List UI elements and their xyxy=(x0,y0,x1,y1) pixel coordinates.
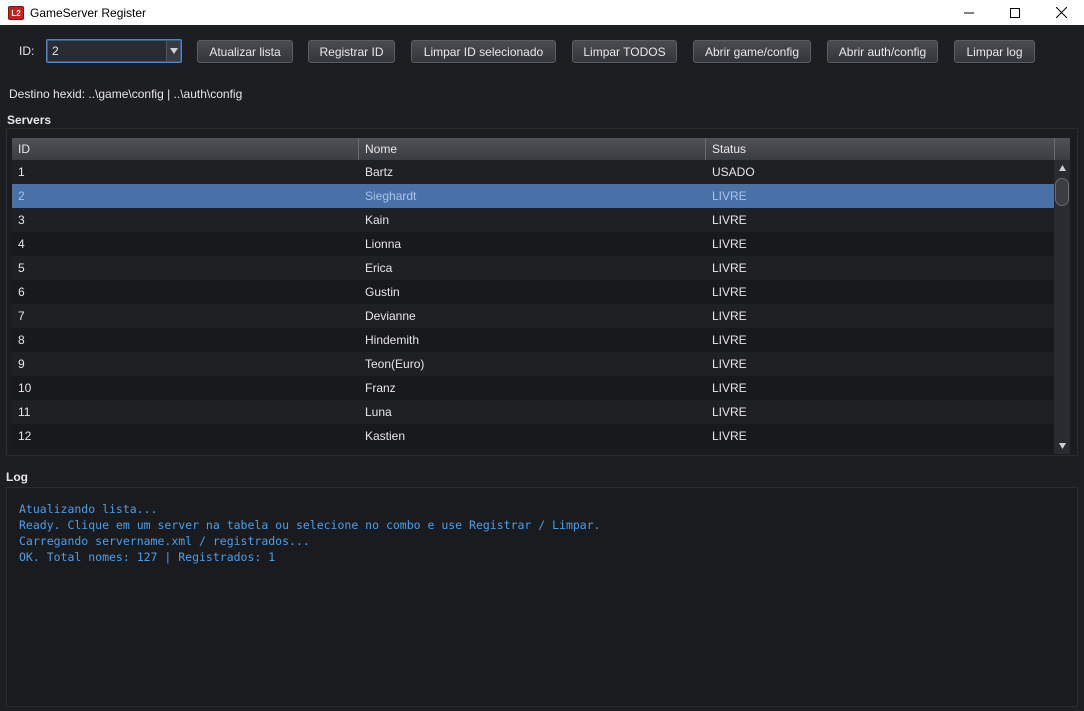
maximize-icon xyxy=(1010,7,1020,18)
clear-all-button[interactable]: Limpar TODOS xyxy=(572,40,677,63)
arrow-down-icon xyxy=(1058,443,1066,449)
open-auth-config-button[interactable]: Abrir auth/config xyxy=(827,40,938,63)
cell-name: Devianne xyxy=(365,309,416,323)
arrow-up-icon xyxy=(1058,165,1066,171)
cell-status: USADO xyxy=(712,165,755,179)
cell-name: Bartz xyxy=(365,165,394,179)
table-row[interactable]: 4 Lionna LIVRE xyxy=(12,232,1054,256)
cell-name: Sieghardt xyxy=(365,189,417,203)
cell-name: Hindemith xyxy=(365,333,420,347)
cell-status: LIVRE xyxy=(712,405,747,419)
cell-status: LIVRE xyxy=(712,189,747,203)
close-icon xyxy=(1055,7,1067,18)
cell-id: 9 xyxy=(18,357,25,371)
cell-id: 5 xyxy=(18,261,25,275)
log-section-title: Log xyxy=(6,470,28,484)
destination-path-text: Destino hexid: ..\game\config | ..\auth\… xyxy=(9,87,243,101)
cell-name: Luna xyxy=(365,405,392,419)
id-combo[interactable]: 2 xyxy=(46,39,182,63)
scroll-up-button[interactable] xyxy=(1054,161,1070,175)
log-line: Carregando servername.xml / registrados.… xyxy=(19,534,310,548)
cell-name: Lionna xyxy=(365,237,402,251)
table-row[interactable]: 3 Kain LIVRE xyxy=(12,208,1054,232)
id-combo-value: 2 xyxy=(52,44,59,58)
table-row[interactable]: 1 Bartz USADO xyxy=(12,160,1054,184)
window-title: GameServer Register xyxy=(30,5,147,20)
title-bar: L2 GameServer Register xyxy=(0,0,1084,25)
cell-status: LIVRE xyxy=(712,237,747,251)
cell-name: Franz xyxy=(365,381,396,395)
open-game-config-button[interactable]: Abrir game/config xyxy=(693,40,811,63)
combo-dropdown-button[interactable] xyxy=(166,41,180,61)
servers-table: ID Nome Status 1 Bartz USADO 2 Sieghardt LIVR… xyxy=(12,138,1070,454)
cell-status: LIVRE xyxy=(712,381,747,395)
cell-id: 10 xyxy=(18,381,32,395)
table-header-corner xyxy=(1054,138,1070,160)
cell-name: Gustin xyxy=(365,285,400,299)
cell-id: 7 xyxy=(18,309,25,323)
column-header-id[interactable]: ID xyxy=(12,138,359,160)
cell-name: Kain xyxy=(365,213,390,227)
log-panel[interactable]: Atualizando lista... Ready. Clique em um … xyxy=(6,487,1078,707)
minimize-icon xyxy=(964,12,974,13)
servers-section-title: Servers xyxy=(7,113,52,127)
clear-selected-id-button[interactable]: Limpar ID selecionado xyxy=(411,40,556,63)
table-row[interactable]: 8 Hindemith LIVRE xyxy=(12,328,1054,352)
minimize-button[interactable] xyxy=(946,0,992,25)
log-line: Ready. Clique em um server na tabela ou … xyxy=(19,518,601,532)
cell-status: LIVRE xyxy=(712,333,747,347)
table-row[interactable]: 11 Luna LIVRE xyxy=(12,400,1054,424)
cell-status: LIVRE xyxy=(712,309,747,323)
column-header-status[interactable]: Status xyxy=(706,138,1054,160)
cell-id: 2 xyxy=(18,189,25,203)
table-header: ID Nome Status xyxy=(12,138,1054,160)
table-body: 1 Bartz USADO 2 Sieghardt LIVRE 3 Kain LIVRE 4 Lio… xyxy=(12,160,1054,448)
cell-status: LIVRE xyxy=(712,213,747,227)
scroll-thumb[interactable] xyxy=(1055,178,1069,206)
cell-id: 11 xyxy=(18,405,31,419)
cell-id: 3 xyxy=(18,213,25,227)
table-row[interactable]: 5 Erica LIVRE xyxy=(12,256,1054,280)
cell-name: Kastien xyxy=(365,429,406,443)
register-id-button[interactable]: Registrar ID xyxy=(308,40,395,63)
cell-id: 6 xyxy=(18,285,25,299)
cell-status: LIVRE xyxy=(712,261,747,275)
cell-id: 8 xyxy=(18,333,25,347)
cell-id: 1 xyxy=(18,165,25,179)
cell-status: LIVRE xyxy=(712,357,747,371)
table-row[interactable]: 10 Franz LIVRE xyxy=(12,376,1054,400)
cell-name: Teon(Euro) xyxy=(365,357,425,371)
table-row[interactable]: 6 Gustin LIVRE xyxy=(12,280,1054,304)
maximize-button[interactable] xyxy=(992,0,1038,25)
refresh-list-button[interactable]: Atualizar lista xyxy=(197,40,293,63)
toolbar: ID: 2 Atualizar lista Registrar ID Limpa… xyxy=(0,27,1084,77)
clear-log-button[interactable]: Limpar log xyxy=(954,40,1035,63)
cell-status: LIVRE xyxy=(712,285,747,299)
log-line: Atualizando lista... xyxy=(19,502,158,516)
cell-id: 12 xyxy=(18,429,32,443)
table-row[interactable]: 7 Devianne LIVRE xyxy=(12,304,1054,328)
cell-id: 4 xyxy=(18,237,25,251)
chevron-down-icon xyxy=(169,48,178,54)
table-row[interactable]: 12 Kastien LIVRE xyxy=(12,424,1054,448)
cell-status: LIVRE xyxy=(712,429,747,443)
log-text-area[interactable]: Atualizando lista... Ready. Clique em um … xyxy=(19,501,1069,565)
app-icon: L2 xyxy=(8,5,24,20)
log-line: OK. Total nomes: 127 | Registrados: 1 xyxy=(19,550,276,564)
table-vertical-scrollbar[interactable] xyxy=(1054,160,1070,454)
column-header-name[interactable]: Nome xyxy=(359,138,706,160)
cell-name: Erica xyxy=(365,261,393,275)
close-button[interactable] xyxy=(1038,0,1084,25)
scroll-down-button[interactable] xyxy=(1054,439,1070,453)
window-controls xyxy=(946,0,1084,25)
table-row[interactable]: 9 Teon(Euro) LIVRE xyxy=(12,352,1054,376)
table-row[interactable]: 2 Sieghardt LIVRE xyxy=(12,184,1054,208)
id-label: ID: xyxy=(19,44,35,58)
